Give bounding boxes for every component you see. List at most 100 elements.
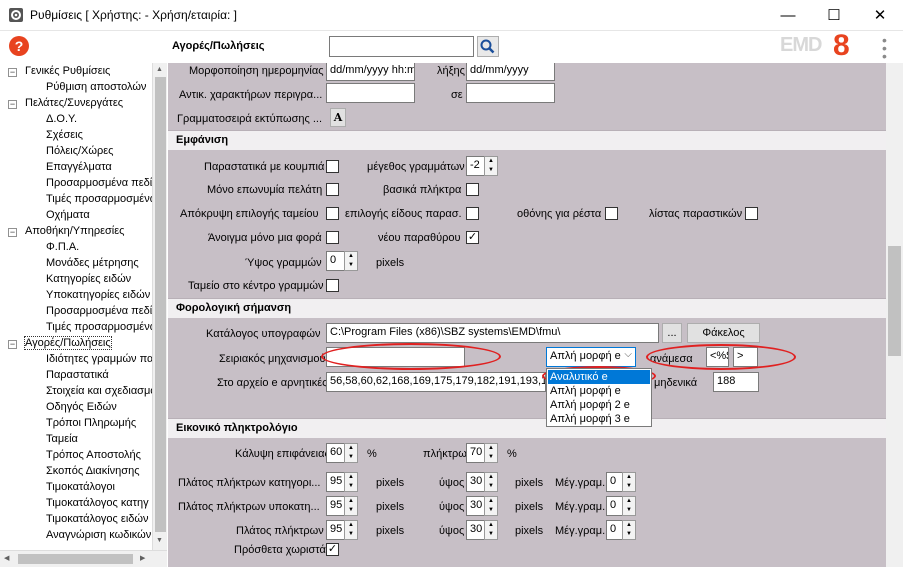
tree-item[interactable]: Σκοπός Διακίνησης (46, 465, 140, 477)
open-once-checkbox[interactable] (326, 231, 339, 244)
tree-item[interactable]: Ταμεία (46, 433, 78, 445)
kb-width-stepper[interactable]: ▲ ▼ (344, 496, 358, 516)
hide-cash-checkbox[interactable] (326, 207, 339, 220)
tree-item[interactable]: Τιμοκατάλογος ειδών (46, 513, 148, 525)
kb-height-stepper[interactable]: ▲ ▼ (484, 496, 498, 516)
row-size-input[interactable]: -2 (466, 156, 485, 176)
tree-item[interactable]: Φ.Π.Α. (46, 241, 79, 253)
tree-item[interactable]: Σχέσεις (46, 129, 83, 141)
replace-chars-input[interactable] (326, 83, 415, 103)
kb-height-stepper[interactable]: ▲ ▼ (484, 520, 498, 540)
date-format-input[interactable]: dd/mm/yyyy hh:m (326, 63, 415, 81)
more-menu-icon[interactable]: • • • (882, 33, 888, 63)
keys-input[interactable]: 70 (466, 443, 485, 463)
doc-list-checkbox[interactable] (745, 207, 758, 220)
tree-item[interactable]: Στοιχεία και σχεδιασμό (46, 385, 156, 397)
mode-select[interactable]: Απλή μορφή e ⌵ (546, 347, 636, 367)
folder-button[interactable]: Φάκελος (687, 323, 760, 343)
kb-width-input[interactable]: 95 (326, 496, 345, 516)
cash-center-checkbox[interactable] (326, 279, 339, 292)
coverage-stepper[interactable]: ▲ ▼ (344, 443, 358, 463)
tree-item[interactable]: Πόλεις/Χώρες (46, 145, 113, 157)
tree-item[interactable]: Κατηγορίες ειδών (46, 273, 131, 285)
kb-maxrows-input[interactable]: 0 (606, 520, 623, 540)
main-scroll-thumb[interactable] (888, 246, 901, 356)
kb-height-input[interactable]: 30 (466, 520, 485, 540)
tree-item[interactable]: Υποκατηγορίες ειδών (46, 289, 150, 301)
help-icon[interactable]: ? (9, 36, 29, 56)
tree-item[interactable]: Αγορές/Πωλήσεις (24, 336, 112, 350)
basic-keys-checkbox[interactable] (466, 183, 479, 196)
tree-item[interactable]: Οδηγός Ειδών (46, 401, 117, 413)
tree-item[interactable]: Παραστατικά (46, 369, 109, 381)
scroll-right-icon[interactable]: ▶ (140, 554, 145, 562)
kb-maxrows-input[interactable]: 0 (606, 472, 623, 492)
kb-maxrows-stepper[interactable]: ▲ ▼ (622, 496, 636, 516)
dropdown-option[interactable]: Αναλυτικό e (548, 370, 650, 384)
dropdown-option[interactable]: Απλή μορφή e (548, 384, 650, 398)
tree-item[interactable]: Αποθήκη/Υπηρεσίες (25, 225, 124, 237)
kb-width-stepper[interactable]: ▲ ▼ (344, 472, 358, 492)
kb-width-input[interactable]: 95 (326, 520, 345, 540)
tree-item[interactable]: Προσαρμοσμένα πεδί (46, 305, 152, 317)
print-font-button[interactable]: A (330, 108, 346, 127)
tree-item[interactable]: Τρόποι Πληρωμής (46, 417, 136, 429)
tree-item[interactable]: Μονάδες μέτρησης (46, 257, 139, 269)
dropdown-option[interactable]: Απλή μορφή 2 e (548, 398, 650, 412)
tree-item[interactable]: Τιμές προσαρμοσμένων (46, 321, 164, 333)
tree-item[interactable]: Τιμοκατάλογοι (46, 481, 115, 493)
tree-item[interactable]: Αναγνώριση κωδικών (46, 529, 151, 541)
kb-maxrows-stepper[interactable]: ▲ ▼ (622, 520, 636, 540)
kb-height-stepper[interactable]: ▲ ▼ (484, 472, 498, 492)
tree-vertical-scrollbar[interactable]: ▲ ▼ (152, 63, 167, 550)
tree-item[interactable]: Τιμοκατάλογος κατηγ (46, 497, 149, 509)
dropdown-option[interactable]: Απλή μορφή 3 e (548, 412, 650, 426)
row-size-stepper[interactable]: ▲ ▼ (484, 156, 498, 176)
search-button[interactable] (477, 36, 499, 57)
coverage-input[interactable]: 60 (326, 443, 345, 463)
doc-type-checkbox[interactable] (466, 207, 479, 220)
kb-maxrows-input[interactable]: 0 (606, 496, 623, 516)
kb-width-input[interactable]: 95 (326, 472, 345, 492)
tree-horizontal-scrollbar[interactable]: ◀ ▶ (0, 550, 167, 567)
kb-height-input[interactable]: 30 (466, 472, 485, 492)
tree-hscroll-thumb[interactable] (18, 554, 133, 564)
tree-scroll-thumb[interactable] (155, 77, 166, 532)
extra-sep-checkbox[interactable]: ✓ (326, 543, 339, 556)
scroll-up-icon[interactable]: ▲ (156, 66, 163, 73)
tree-toggle-icon[interactable]: − (8, 228, 17, 237)
with-input[interactable] (466, 83, 555, 103)
scroll-down-icon[interactable]: ▼ (156, 537, 163, 544)
negative-values-input[interactable]: 56,58,60,62,168,169,175,179,182,191,193,… (326, 372, 546, 392)
row-height-stepper[interactable]: ▲ ▼ (344, 251, 358, 271)
mode-dropdown-list[interactable]: Αναλυτικό e Απλή μορφή e Απλή μορφή 2 e Απλ… (546, 368, 652, 427)
close-button[interactable]: ✕ (857, 0, 903, 31)
browse-button[interactable]: ... (662, 323, 682, 343)
tree-item[interactable]: Ρύθμιση αποστολών (46, 81, 146, 93)
maximize-button[interactable]: ☐ (811, 0, 857, 31)
tree-toggle-icon[interactable]: − (8, 68, 17, 77)
minimize-button[interactable]: — (765, 0, 811, 31)
kb-maxrows-stepper[interactable]: ▲ ▼ (622, 472, 636, 492)
tree-item[interactable]: Πελάτες/Συνεργάτες (25, 97, 123, 109)
keys-stepper[interactable]: ▲ ▼ (484, 443, 498, 463)
new-window-checkbox[interactable]: ✓ (466, 231, 479, 244)
kb-height-input[interactable]: 30 (466, 496, 485, 516)
scroll-left-icon[interactable]: ◀ (4, 554, 9, 562)
row-height-input[interactable]: 0 (326, 251, 345, 271)
screen-change-checkbox[interactable] (605, 207, 618, 220)
main-vertical-scrollbar[interactable] (886, 63, 903, 567)
tree-item[interactable]: Τιμές προσαρμοσμένων (46, 193, 164, 205)
tree-item[interactable]: Προσαρμοσμένα πεδί (46, 177, 152, 189)
expiry-input[interactable]: dd/mm/yyyy (466, 63, 555, 81)
tree-item[interactable]: Τρόπος Αποστολής (46, 449, 141, 461)
named-only-checkbox[interactable] (326, 183, 339, 196)
kb-width-stepper[interactable]: ▲ ▼ (344, 520, 358, 540)
zero-values-input[interactable]: 188 (713, 372, 759, 392)
search-input[interactable] (329, 36, 474, 57)
tree-item[interactable]: Ιδιότητες γραμμών πα (46, 353, 153, 365)
tree-toggle-icon[interactable]: − (8, 100, 17, 109)
sign-dir-input[interactable]: C:\Program Files (x86)\SBZ systems\EMD\f… (326, 323, 659, 343)
docs-buttons-checkbox[interactable] (326, 160, 339, 173)
tree-item[interactable]: Επαγγέλματα (46, 161, 112, 173)
